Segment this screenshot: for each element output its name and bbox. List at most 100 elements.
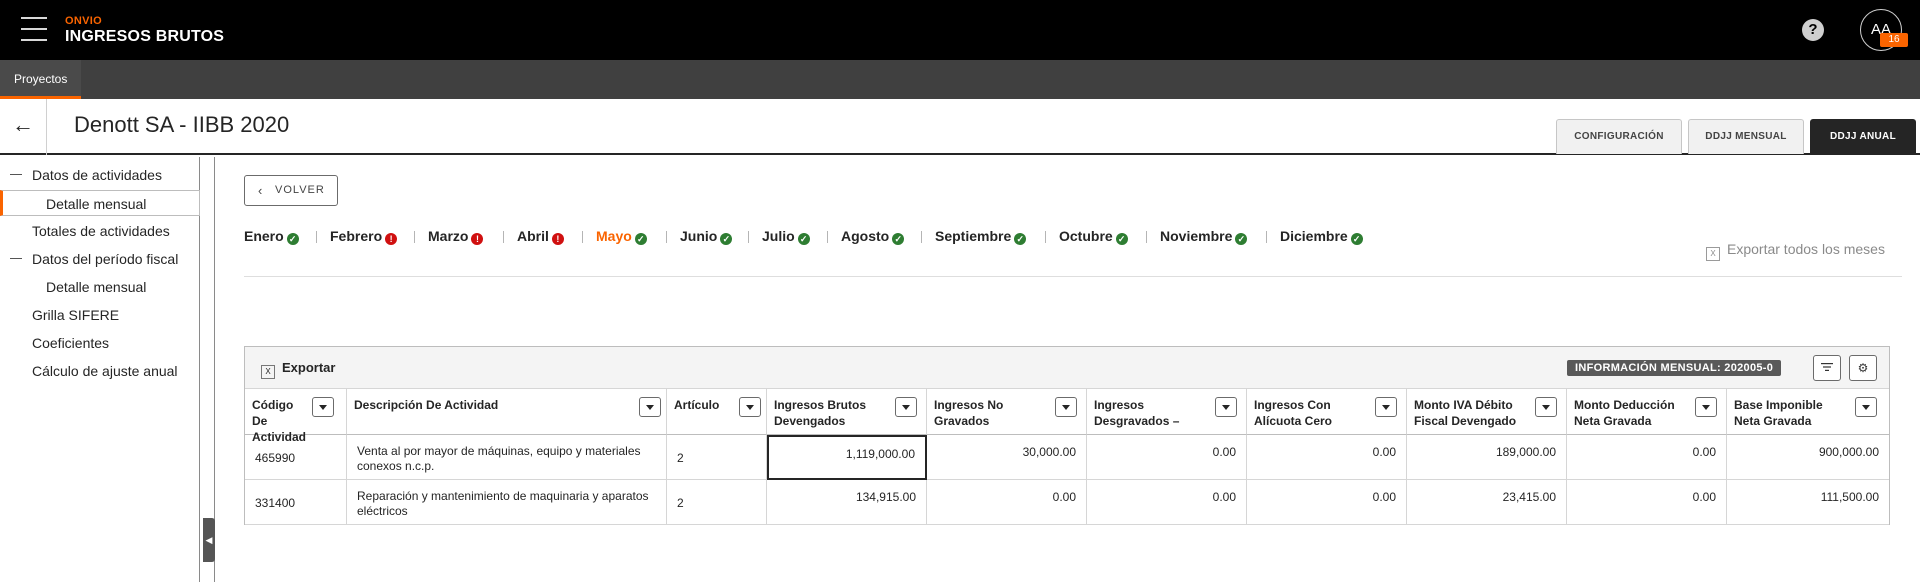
table-cell[interactable]: 0.00 <box>1087 480 1247 525</box>
table-cell[interactable]: 189,000.00 <box>1407 435 1567 480</box>
menu-icon[interactable] <box>21 17 47 41</box>
month-tab[interactable]: Julio ✓ <box>762 226 810 246</box>
column-header: Código De Actividad <box>245 389 347 444</box>
alert-circle-icon: ! <box>551 233 564 245</box>
tab-configuracion[interactable]: CONFIGURACIÓN <box>1556 119 1682 154</box>
export-button[interactable]: X Exportar <box>261 360 335 379</box>
list-settings-button[interactable] <box>1813 355 1841 381</box>
tab-ddjj-mensual[interactable]: DDJJ MENSUAL <box>1688 119 1804 154</box>
month-separator <box>503 231 504 243</box>
column-header-label: Ingresos Desgravados – <box>1094 398 1180 428</box>
sidebar-item[interactable]: Grilla SIFERE <box>0 302 200 328</box>
alert-circle-icon: ! <box>471 233 484 245</box>
collapse-dash-icon[interactable] <box>10 174 22 175</box>
check-circle-icon: ✓ <box>1115 233 1128 245</box>
month-separator <box>414 231 415 243</box>
table-cell[interactable]: 0.00 <box>1567 435 1727 480</box>
month-tab[interactable]: Junio ✓ <box>680 226 733 246</box>
column-filter-button[interactable] <box>739 397 761 417</box>
table-cell[interactable]: 23,415.00 <box>1407 480 1567 525</box>
column-filter-button[interactable] <box>1535 397 1557 417</box>
volver-button[interactable]: ‹ VOLVER <box>244 175 338 206</box>
month-label: Agosto <box>841 228 890 244</box>
sidebar-item[interactable]: Datos de actividades <box>0 162 200 188</box>
notification-badge: 16 <box>1880 33 1908 47</box>
month-tab[interactable]: Mayo ✓ <box>596 226 647 246</box>
column-filter-button[interactable] <box>1215 397 1237 417</box>
month-tab[interactable]: Septiembre ✓ <box>935 226 1027 246</box>
table-cell[interactable]: 0.00 <box>927 480 1087 525</box>
column-header-label: Descripción De Actividad <box>354 398 499 412</box>
sidebar-item-label: Detalle mensual <box>46 196 147 212</box>
check-circle-icon: ✓ <box>1014 233 1027 245</box>
brand: ONVIO INGRESOS BRUTOS <box>65 15 224 47</box>
cell-value: 2 <box>677 496 684 510</box>
collapse-sidebar-icon[interactable]: ◀ <box>203 518 215 562</box>
check-circle-icon: ✓ <box>634 233 647 245</box>
table-cell[interactable]: Venta al por mayor de máquinas, equipo y… <box>347 435 667 480</box>
month-label: Julio <box>762 228 795 244</box>
month-tab[interactable]: Febrero! <box>330 226 398 246</box>
gear-icon: ⚙ <box>1857 361 1869 375</box>
table-cell[interactable]: 2 <box>667 435 767 480</box>
column-filter-button[interactable] <box>1855 397 1877 417</box>
column-header-label: Monto IVA Débito Fiscal Devengado <box>1414 398 1517 428</box>
month-tab[interactable]: Octubre ✓ <box>1059 226 1128 246</box>
volver-label: VOLVER <box>275 184 325 196</box>
table-cell[interactable]: 900,000.00 <box>1727 435 1889 480</box>
month-tab[interactable]: Agosto ✓ <box>841 226 905 246</box>
grid-toolbar: X Exportar INFORMACIÓN MENSUAL: 202005-0 … <box>245 347 1889 389</box>
cell-value: 0.00 <box>1372 445 1396 459</box>
month-tab[interactable]: Diciembre ✓ <box>1280 226 1363 246</box>
sidebar-item[interactable]: Detalle mensual <box>0 274 200 300</box>
table-cell[interactable]: 0.00 <box>1567 480 1727 525</box>
excel-icon: X <box>1706 247 1720 261</box>
sidebar-item[interactable]: Datos del período fiscal <box>0 246 200 272</box>
table-cell[interactable]: 465990 <box>245 435 347 480</box>
table-cell[interactable]: 0.00 <box>1087 435 1247 480</box>
sidebar-item-label: Cálculo de ajuste anual <box>32 363 178 379</box>
export-all-months-link[interactable]: X Exportar todos los meses <box>1706 241 1885 261</box>
month-tab[interactable]: Noviembre ✓ <box>1160 226 1248 246</box>
chevron-left-icon: ‹ <box>258 183 264 198</box>
table-cell[interactable]: Reparación y mantenimiento de maquinaria… <box>347 480 667 525</box>
column-filter-button[interactable] <box>639 397 661 417</box>
sidebar-item[interactable]: Totales de actividades <box>0 218 200 244</box>
month-separator <box>827 231 828 243</box>
table-cell[interactable]: 0.00 <box>1247 480 1407 525</box>
back-arrow-icon[interactable]: ← <box>12 113 36 137</box>
settings-button[interactable]: ⚙ <box>1849 355 1877 381</box>
column-header-label: Ingresos Brutos Devengados <box>774 398 867 428</box>
sidebar-item[interactable]: Cálculo de ajuste anual <box>0 358 200 384</box>
table-cell[interactable]: 1,119,000.00 <box>767 435 927 480</box>
table-cell[interactable]: 0.00 <box>1247 435 1407 480</box>
month-tab[interactable]: Marzo! <box>428 226 484 246</box>
column-filter-button[interactable] <box>312 397 334 417</box>
table-cell[interactable]: 111,500.00 <box>1727 480 1889 525</box>
cell-value: 134,915.00 <box>855 490 916 504</box>
month-label: Abril <box>517 228 549 244</box>
tab-ddjj-anual[interactable]: DDJJ ANUAL <box>1810 119 1916 154</box>
tab-proyectos[interactable]: Proyectos <box>0 60 82 99</box>
sidebar-item[interactable]: Detalle mensual <box>0 190 200 216</box>
table-cell[interactable]: 331400 <box>245 480 347 525</box>
sidebar-item[interactable]: Coeficientes <box>0 330 200 356</box>
month-separator <box>1045 231 1046 243</box>
column-filter-button[interactable] <box>1055 397 1077 417</box>
month-tab[interactable]: Enero ✓ <box>244 226 299 246</box>
help-icon[interactable]: ? <box>1802 19 1824 41</box>
column-filter-button[interactable] <box>1695 397 1717 417</box>
table-cell[interactable]: 134,915.00 <box>767 480 927 525</box>
table-cell[interactable]: 30,000.00 <box>927 435 1087 480</box>
column-header: Ingresos Brutos Devengados <box>767 389 927 435</box>
cell-value: 0.00 <box>1692 490 1716 504</box>
month-tab[interactable]: Abril! <box>517 226 564 246</box>
table-cell[interactable]: 2 <box>667 480 767 525</box>
collapse-dash-icon[interactable] <box>10 258 22 259</box>
column-filter-button[interactable] <box>1375 397 1397 417</box>
sidebar-item-label: Coeficientes <box>32 335 110 351</box>
cell-value: 0.00 <box>1212 490 1236 504</box>
column-filter-button[interactable] <box>895 397 917 417</box>
month-separator <box>582 231 583 243</box>
column-header-label: Ingresos No Gravados <box>934 398 1004 428</box>
